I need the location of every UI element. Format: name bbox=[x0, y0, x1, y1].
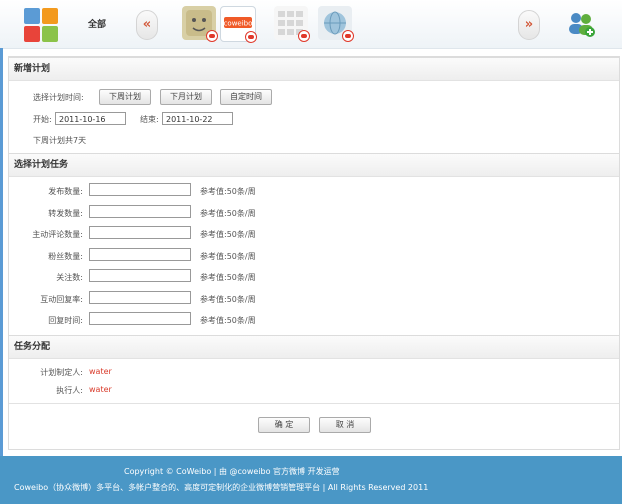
plan-maker-value: water bbox=[89, 367, 112, 376]
task-label-comment: 主动评论数量: bbox=[32, 230, 83, 239]
plan-form-panel: 新增计划 选择计划时间: 下周计划 下月计划 自定时间 开始: 2011-10-… bbox=[8, 56, 620, 450]
task-input-fans[interactable] bbox=[89, 248, 191, 261]
task-input-comment[interactable] bbox=[89, 226, 191, 239]
weibo-badge-icon bbox=[206, 30, 218, 42]
task-ref-follow: 参考值:50条/周 bbox=[200, 273, 256, 282]
section-title: 任务分配 bbox=[14, 342, 51, 352]
new-plan-header: 新增计划 bbox=[9, 57, 619, 81]
task-ref-publish: 参考值:50条/周 bbox=[200, 187, 256, 196]
prev-accounts-button[interactable]: « bbox=[136, 10, 158, 40]
plan-maker-label: 计划制定人: bbox=[40, 368, 83, 377]
task-label-repost: 转发数量: bbox=[48, 209, 83, 218]
task-input-repost[interactable] bbox=[89, 205, 191, 218]
task-input-publish[interactable] bbox=[89, 183, 191, 196]
face-account-icon[interactable] bbox=[182, 6, 218, 42]
section-title: 选择计划任务 bbox=[14, 160, 69, 170]
task-label-publish: 发布数量: bbox=[48, 187, 83, 196]
globe-account-icon[interactable] bbox=[318, 6, 354, 42]
footer: Copyright © CoWeibo | 由 @coweibo 官方微博 开发… bbox=[0, 456, 622, 504]
end-date-label: 结束: bbox=[140, 115, 159, 124]
next-month-plan-button[interactable]: 下月计划 bbox=[160, 89, 212, 105]
task-ref-repost: 参考值:50条/周 bbox=[200, 209, 256, 218]
app-logo-icon[interactable] bbox=[24, 8, 58, 42]
all-accounts-tab[interactable]: 全部 bbox=[88, 17, 106, 30]
executor-label: 执行人: bbox=[56, 386, 83, 395]
confirm-button[interactable]: 确 定 bbox=[258, 417, 310, 433]
weibo-badge-icon bbox=[245, 31, 257, 43]
start-date-label: 开始: bbox=[33, 115, 52, 124]
svg-text:coweibo: coweibo bbox=[224, 20, 253, 28]
task-ref-reply-rate: 参考值:50条/周 bbox=[200, 295, 256, 304]
task-label-follow: 关注数: bbox=[56, 273, 83, 282]
grid-account-icon[interactable] bbox=[274, 6, 310, 42]
coweibo-account-icon[interactable]: coweibo bbox=[220, 6, 257, 43]
select-time-label: 选择计划时间: bbox=[33, 93, 84, 102]
task-label-reply-rate: 互动回复率: bbox=[40, 295, 83, 304]
weibo-badge-icon bbox=[342, 30, 354, 42]
task-label-fans: 粉丝数量: bbox=[48, 252, 83, 261]
footer-tagline: Coweibo（协众微博）多平台、多帐户整合的、高度可定制化的企业微博营销管理平… bbox=[14, 483, 429, 492]
plan-summary-text: 下周计划共7天 bbox=[33, 136, 87, 145]
next-week-plan-button[interactable]: 下周计划 bbox=[99, 89, 151, 105]
end-date-input[interactable]: 2011-10-22 bbox=[162, 112, 233, 125]
tasks-header: 选择计划任务 bbox=[9, 153, 619, 177]
executor-value: water bbox=[89, 385, 112, 394]
section-title: 新增计划 bbox=[14, 64, 51, 74]
add-users-icon[interactable] bbox=[566, 10, 596, 38]
top-bar: 全部 « coweibo » bbox=[0, 0, 622, 49]
weibo-badge-icon bbox=[298, 30, 310, 42]
task-input-reply-rate[interactable] bbox=[89, 291, 191, 304]
task-ref-fans: 参考值:50条/周 bbox=[200, 252, 256, 261]
divider bbox=[9, 403, 619, 404]
start-date-input[interactable]: 2011-10-16 bbox=[55, 112, 126, 125]
task-ref-reply-time: 参考值:50条/周 bbox=[200, 316, 256, 325]
cancel-button[interactable]: 取 消 bbox=[319, 417, 371, 433]
assign-header: 任务分配 bbox=[9, 335, 619, 359]
task-input-follow[interactable] bbox=[89, 269, 191, 282]
footer-copyright: Copyright © CoWeibo | 由 @coweibo 官方微博 开发… bbox=[124, 467, 340, 476]
next-accounts-button[interactable]: » bbox=[518, 10, 540, 40]
task-input-reply-time[interactable] bbox=[89, 312, 191, 325]
custom-time-button[interactable]: 自定时间 bbox=[220, 89, 272, 105]
task-ref-comment: 参考值:50条/周 bbox=[200, 230, 256, 239]
task-label-reply-time: 回复时间: bbox=[48, 316, 83, 325]
left-edge-bar bbox=[0, 48, 3, 456]
